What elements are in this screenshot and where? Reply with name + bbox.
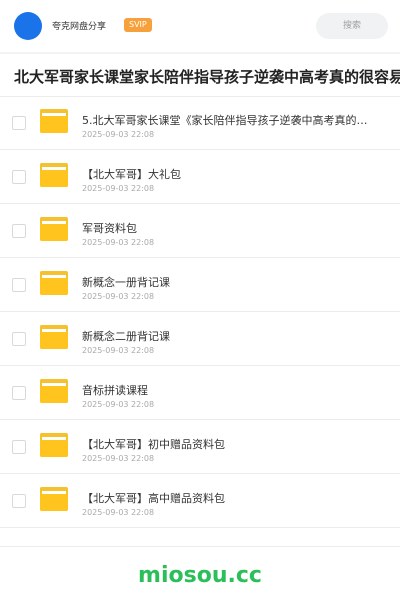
file-date: 2025-09-03 22:08 bbox=[82, 508, 155, 517]
file-date: 2025-09-03 22:08 bbox=[82, 346, 155, 355]
file-name[interactable]: 新概念二册背记课 bbox=[82, 328, 372, 344]
folder-icon bbox=[40, 487, 68, 511]
folder-icon bbox=[40, 163, 68, 187]
checkbox-icon[interactable] bbox=[12, 494, 26, 508]
list-item[interactable]: 新概念二册背记课 2025-09-03 22:08 bbox=[0, 312, 400, 366]
app-name: 夸克网盘分享 bbox=[52, 22, 107, 32]
file-name[interactable]: 新概念一册背记课 bbox=[82, 274, 372, 290]
folder-icon bbox=[40, 433, 68, 457]
file-name[interactable]: 【北大军哥】大礼包 bbox=[82, 166, 372, 182]
folder-icon bbox=[40, 379, 68, 403]
file-name[interactable]: 5.北大军哥家长课堂《家长陪伴指导孩子逆袭中高考真的很容易》 bbox=[82, 112, 372, 128]
site-brand[interactable]: miosou.cc bbox=[0, 563, 400, 588]
list-item[interactable]: 新概念一册背记课 2025-09-03 22:08 bbox=[0, 258, 400, 312]
file-name[interactable]: 音标拼读课程 bbox=[82, 382, 372, 398]
list-item[interactable]: 5.北大军哥家长课堂《家长陪伴指导孩子逆袭中高考真的很容易》 2025-09-0… bbox=[0, 96, 400, 150]
list-item[interactable]: 【北大军哥】初中赠品资料包 2025-09-03 22:08 bbox=[0, 420, 400, 474]
list-item[interactable]: 音标拼读课程 2025-09-03 22:08 bbox=[0, 366, 400, 420]
file-name[interactable]: 军哥资料包 bbox=[82, 220, 372, 236]
checkbox-icon[interactable] bbox=[12, 170, 26, 184]
list-item[interactable]: 【北大军哥】大礼包 2025-09-03 22:08 bbox=[0, 150, 400, 204]
checkbox-icon[interactable] bbox=[12, 224, 26, 238]
app: 夸克网盘分享 SVIP 北大军哥家长课堂家长陪伴指导孩子逆袭中高考真的很容易 5… bbox=[0, 0, 400, 600]
checkbox-icon[interactable] bbox=[12, 278, 26, 292]
folder-icon bbox=[40, 217, 68, 241]
checkbox-icon[interactable] bbox=[12, 386, 26, 400]
checkbox-icon[interactable] bbox=[12, 332, 26, 346]
file-date: 2025-09-03 22:08 bbox=[82, 454, 155, 463]
file-name[interactable]: 【北大军哥】高中赠品资料包 bbox=[82, 490, 372, 506]
page-title: 北大军哥家长课堂家长陪伴指导孩子逆袭中高考真的很容易 bbox=[14, 68, 400, 86]
footer-divider bbox=[0, 546, 400, 547]
search-input[interactable] bbox=[316, 13, 388, 39]
header-divider bbox=[0, 52, 400, 54]
folder-icon bbox=[40, 271, 68, 295]
file-date: 2025-09-03 22:08 bbox=[82, 292, 155, 301]
file-name[interactable]: 【北大军哥】初中赠品资料包 bbox=[82, 436, 372, 452]
checkbox-icon[interactable] bbox=[12, 116, 26, 130]
folder-icon bbox=[40, 109, 68, 133]
file-list: 5.北大军哥家长课堂《家长陪伴指导孩子逆袭中高考真的很容易》 2025-09-0… bbox=[0, 96, 400, 528]
list-item[interactable]: 军哥资料包 2025-09-03 22:08 bbox=[0, 204, 400, 258]
folder-icon bbox=[40, 325, 68, 349]
list-item[interactable]: 【北大军哥】高中赠品资料包 2025-09-03 22:08 bbox=[0, 474, 400, 528]
file-date: 2025-09-03 22:08 bbox=[82, 400, 155, 409]
header: 夸克网盘分享 SVIP bbox=[0, 0, 400, 52]
checkbox-icon[interactable] bbox=[12, 440, 26, 454]
file-date: 2025-09-03 22:08 bbox=[82, 130, 155, 139]
svip-badge: SVIP bbox=[124, 18, 152, 32]
file-date: 2025-09-03 22:08 bbox=[82, 238, 155, 247]
avatar[interactable] bbox=[14, 12, 42, 40]
file-date: 2025-09-03 22:08 bbox=[82, 184, 155, 193]
